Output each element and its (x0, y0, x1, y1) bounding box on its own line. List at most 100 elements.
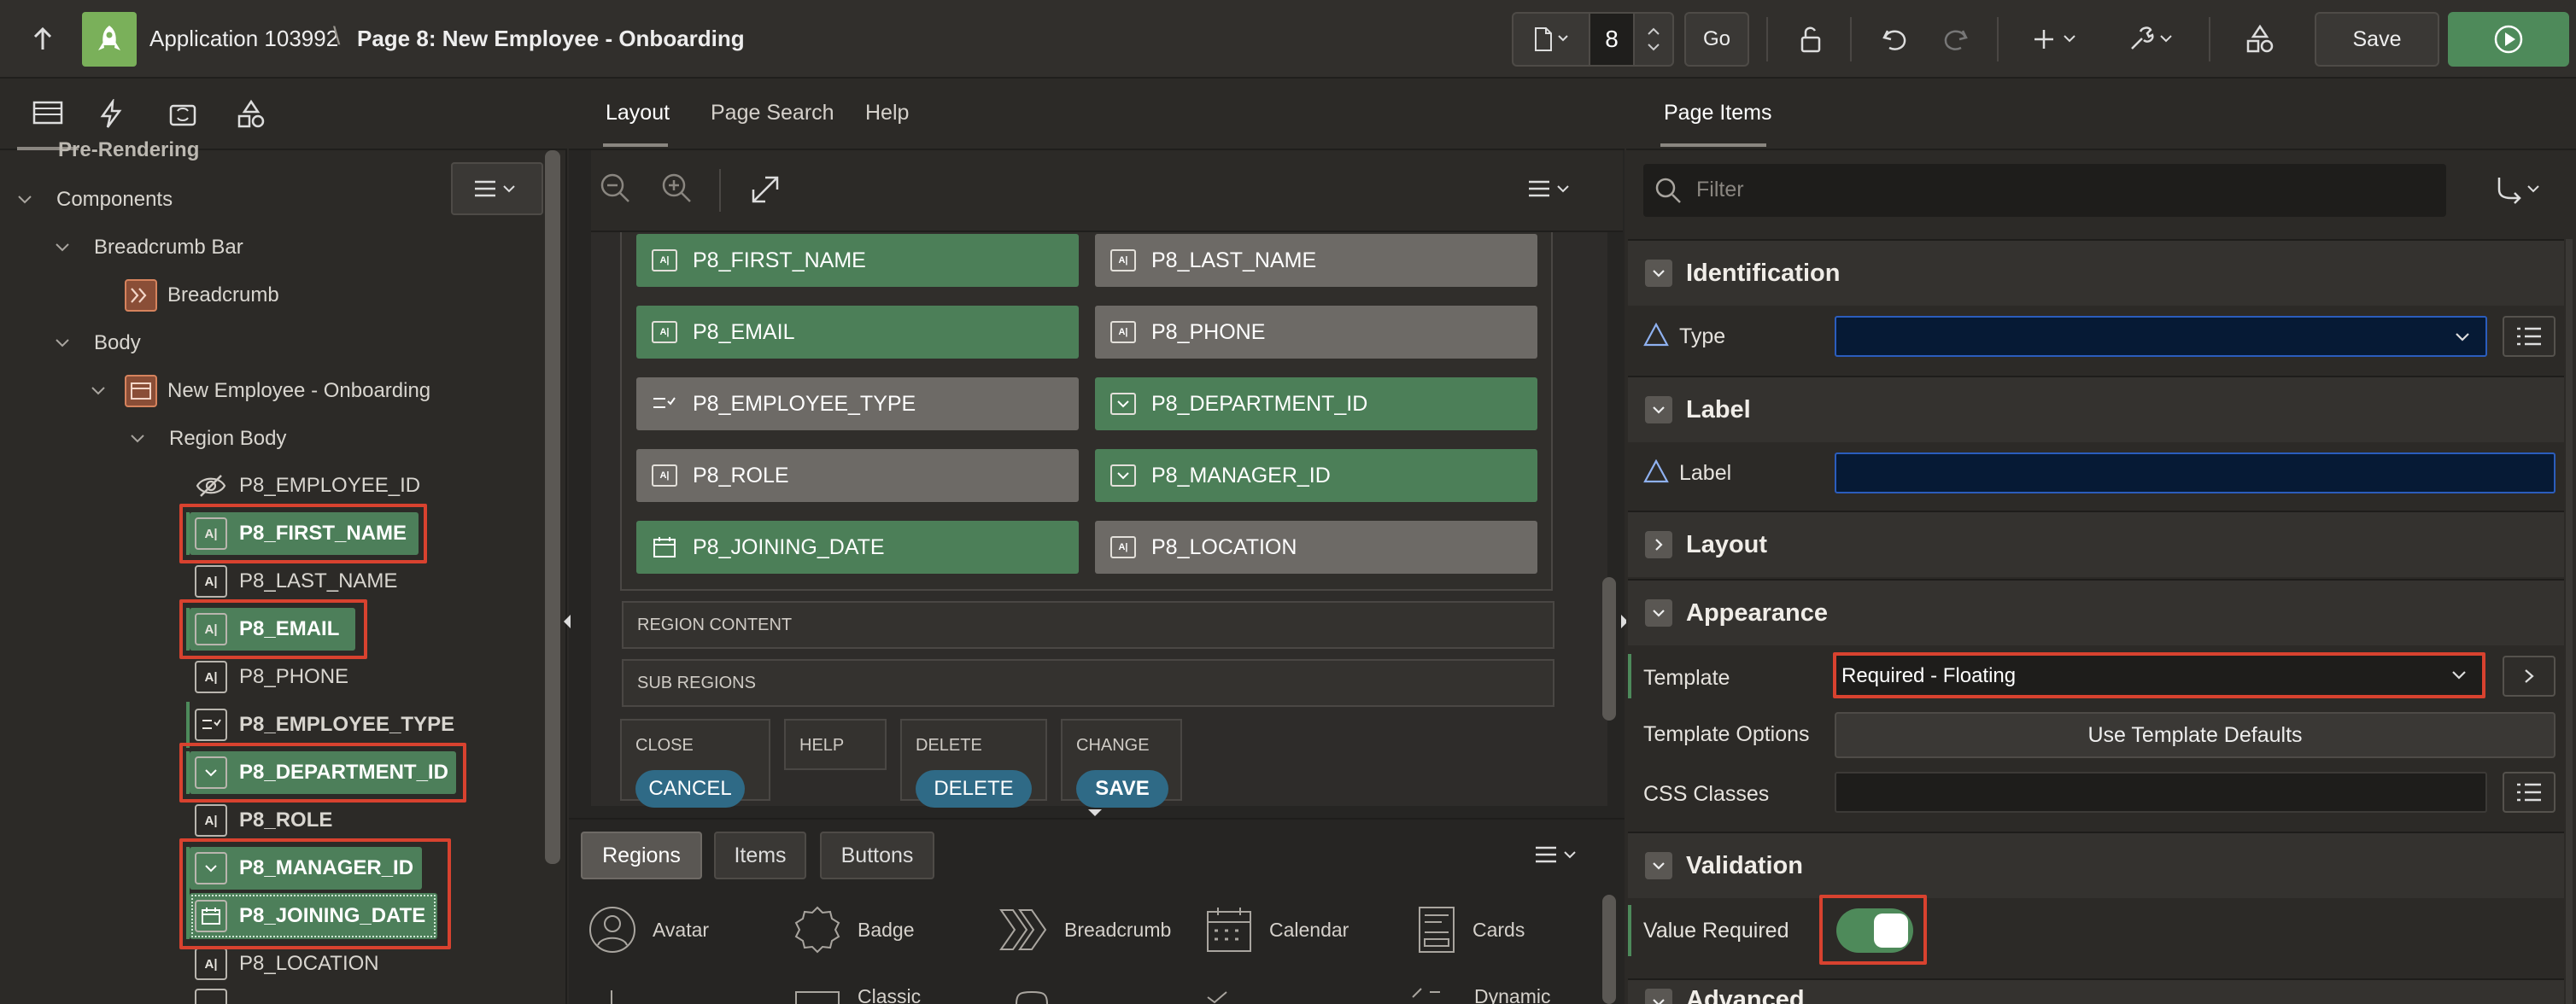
expand-icon[interactable] (750, 174, 784, 208)
section-appearance[interactable]: Appearance (1628, 579, 2564, 645)
gallery-item-avatar[interactable]: Avatar (588, 905, 709, 954)
type-list-button[interactable] (2503, 316, 2556, 357)
gallery-item-dynamic[interactable]: Dynamic (1409, 982, 1550, 1004)
up-arrow-icon[interactable] (27, 24, 58, 55)
section-validation[interactable]: Validation (1628, 832, 2564, 898)
zoom-in-icon[interactable] (659, 171, 694, 210)
drag-handle-icon[interactable] (1086, 808, 1104, 818)
tree-node-breadcrumb[interactable]: Breadcrumb (125, 271, 279, 319)
filter-input[interactable]: Filter (1643, 164, 2446, 217)
page-number-stepper[interactable] (1633, 12, 1674, 67)
layout-item-p8-manager-id[interactable]: P8_MANAGER_ID (1095, 449, 1537, 502)
layout-item-p8-last-name[interactable]: A| P8_LAST_NAME (1095, 234, 1537, 287)
chevron-down-icon[interactable] (1645, 989, 1672, 1004)
section-label[interactable]: Label (1628, 376, 2564, 442)
tab-page-items[interactable]: Page Items (1664, 101, 1771, 125)
zoom-out-icon[interactable] (598, 171, 632, 210)
run-page-button[interactable] (2448, 12, 2569, 67)
gallery-item-classic[interactable]: Classic (793, 982, 921, 1004)
tree-node-breadcrumb-bar[interactable]: Breadcrumb Bar (53, 224, 243, 271)
chevron-down-icon[interactable] (1645, 852, 1672, 879)
layout-item-p8-phone[interactable]: A| P8_PHONE (1095, 306, 1537, 359)
shared-components-icon[interactable] (2241, 20, 2279, 58)
chevron-down-icon[interactable] (89, 382, 108, 400)
region-content-slot[interactable]: REGION CONTENT (622, 601, 1554, 649)
chevron-down-icon[interactable] (53, 334, 72, 353)
chevron-down-icon[interactable] (53, 238, 72, 257)
tree-node-components[interactable]: Components (15, 176, 173, 224)
tree-item-p8-employee-id[interactable]: P8_EMPLOYEE_ID (195, 463, 420, 509)
utilities-wrench-icon[interactable] (2123, 20, 2183, 58)
template-detail-button[interactable] (2503, 656, 2556, 697)
tab-help[interactable]: Help (865, 101, 909, 125)
type-select[interactable] (1835, 316, 2487, 357)
tab-layout[interactable]: Layout (606, 101, 670, 125)
save-button-preview[interactable]: SAVE (1076, 770, 1168, 808)
gallery-tab-regions[interactable]: Regions (581, 832, 702, 879)
dynamic-actions-tab-icon[interactable] (96, 99, 133, 133)
tree-node-body[interactable]: Body (53, 319, 141, 367)
delete-slot[interactable]: DELETE DELETE (900, 719, 1047, 808)
change-slot[interactable]: CHANGE SAVE (1061, 719, 1182, 808)
chevron-down-icon[interactable] (128, 429, 147, 448)
layout-item-p8-role[interactable]: A| P8_ROLE (636, 449, 1079, 502)
chevron-down-icon[interactable] (1645, 396, 1672, 423)
undo-icon[interactable] (1876, 20, 1913, 58)
css-classes-list-button[interactable] (2503, 772, 2556, 813)
section-advanced[interactable]: Advanced (1628, 978, 2564, 1004)
chevron-right-icon[interactable] (1645, 531, 1672, 558)
gallery-item-calendar[interactable]: Calendar (1204, 905, 1349, 954)
layout-item-p8-joining-date[interactable]: P8_JOINING_DATE (636, 521, 1079, 574)
section-identification[interactable]: Identification (1628, 239, 2564, 306)
go-to-group-icon[interactable] (2494, 172, 2545, 207)
page-number-input[interactable]: 8 (1589, 12, 1635, 67)
page-selector-button[interactable] (1512, 12, 1590, 67)
gallery-item-breadcrumb[interactable]: Breadcrumb (998, 905, 1171, 954)
gallery-menu-icon[interactable] (1532, 843, 1584, 869)
collapse-left-icon[interactable] (560, 611, 576, 632)
save-button[interactable]: Save (2315, 12, 2439, 67)
gallery-item-badge[interactable]: Badge (793, 905, 915, 954)
tree-item-p8-employee-type[interactable]: P8_EMPLOYEE_TYPE (195, 702, 454, 748)
left-tree-scrollbar[interactable] (545, 150, 560, 864)
css-classes-input[interactable] (1835, 772, 2487, 813)
redo-icon[interactable] (1937, 20, 1975, 58)
lock-page-icon[interactable] (1792, 20, 1830, 58)
tree-item-p8-role[interactable]: A| P8_ROLE (195, 797, 332, 843)
tree-node-prerendering[interactable]: Pre-Rendering (20, 131, 199, 169)
create-menu-icon[interactable] (2028, 20, 2087, 58)
layout-item-p8-employee-type[interactable]: P8_EMPLOYEE_TYPE (636, 377, 1079, 430)
gallery-scrollbar[interactable] (1602, 895, 1616, 1004)
tab-page-search[interactable]: Page Search (711, 101, 834, 125)
layout-item-p8-first-name[interactable]: A| P8_FIRST_NAME (636, 234, 1079, 287)
chevron-down-icon[interactable] (15, 190, 34, 209)
tree-node-region-body[interactable]: Region Body (128, 415, 286, 463)
gallery-tab-items[interactable]: Items (714, 832, 806, 879)
layout-scrollbar[interactable] (1602, 577, 1616, 721)
processing-tab-icon[interactable] (167, 99, 205, 133)
use-template-defaults-button[interactable]: Use Template Defaults (1835, 712, 2556, 758)
layout-menu-icon[interactable] (1525, 178, 1577, 203)
app-logo-icon[interactable] (82, 12, 137, 67)
sub-regions-slot[interactable]: SUB REGIONS (622, 659, 1554, 707)
cancel-button[interactable]: CANCEL (635, 770, 745, 808)
tree-node-region[interactable]: New Employee - Onboarding (89, 367, 430, 415)
layout-item-p8-department-id[interactable]: P8_DEPARTMENT_ID (1095, 377, 1537, 430)
page-shared-components-tab-icon[interactable] (236, 99, 273, 133)
tree-menu-button[interactable] (451, 162, 543, 215)
delete-button[interactable]: DELETE (916, 770, 1032, 808)
help-slot[interactable]: HELP (784, 719, 887, 770)
gallery-item-cards[interactable]: Cards (1416, 905, 1525, 954)
chevron-down-icon[interactable] (1645, 260, 1672, 287)
go-button[interactable]: Go (1684, 12, 1749, 67)
tree-item-p8-phone[interactable]: A| P8_PHONE (195, 654, 348, 700)
label-input[interactable] (1835, 452, 2556, 493)
layout-item-p8-email[interactable]: A| P8_EMAIL (636, 306, 1079, 359)
chevron-down-icon[interactable] (1645, 599, 1672, 627)
gallery-tab-buttons[interactable]: Buttons (820, 832, 934, 879)
app-title[interactable]: Application 103992 (149, 26, 338, 52)
close-slot[interactable]: CLOSE CANCEL (620, 719, 770, 808)
tree-item-p8-last-name[interactable]: A| P8_LAST_NAME (195, 558, 397, 604)
layout-item-p8-location[interactable]: A| P8_LOCATION (1095, 521, 1537, 574)
section-layout[interactable]: Layout (1628, 511, 2564, 577)
